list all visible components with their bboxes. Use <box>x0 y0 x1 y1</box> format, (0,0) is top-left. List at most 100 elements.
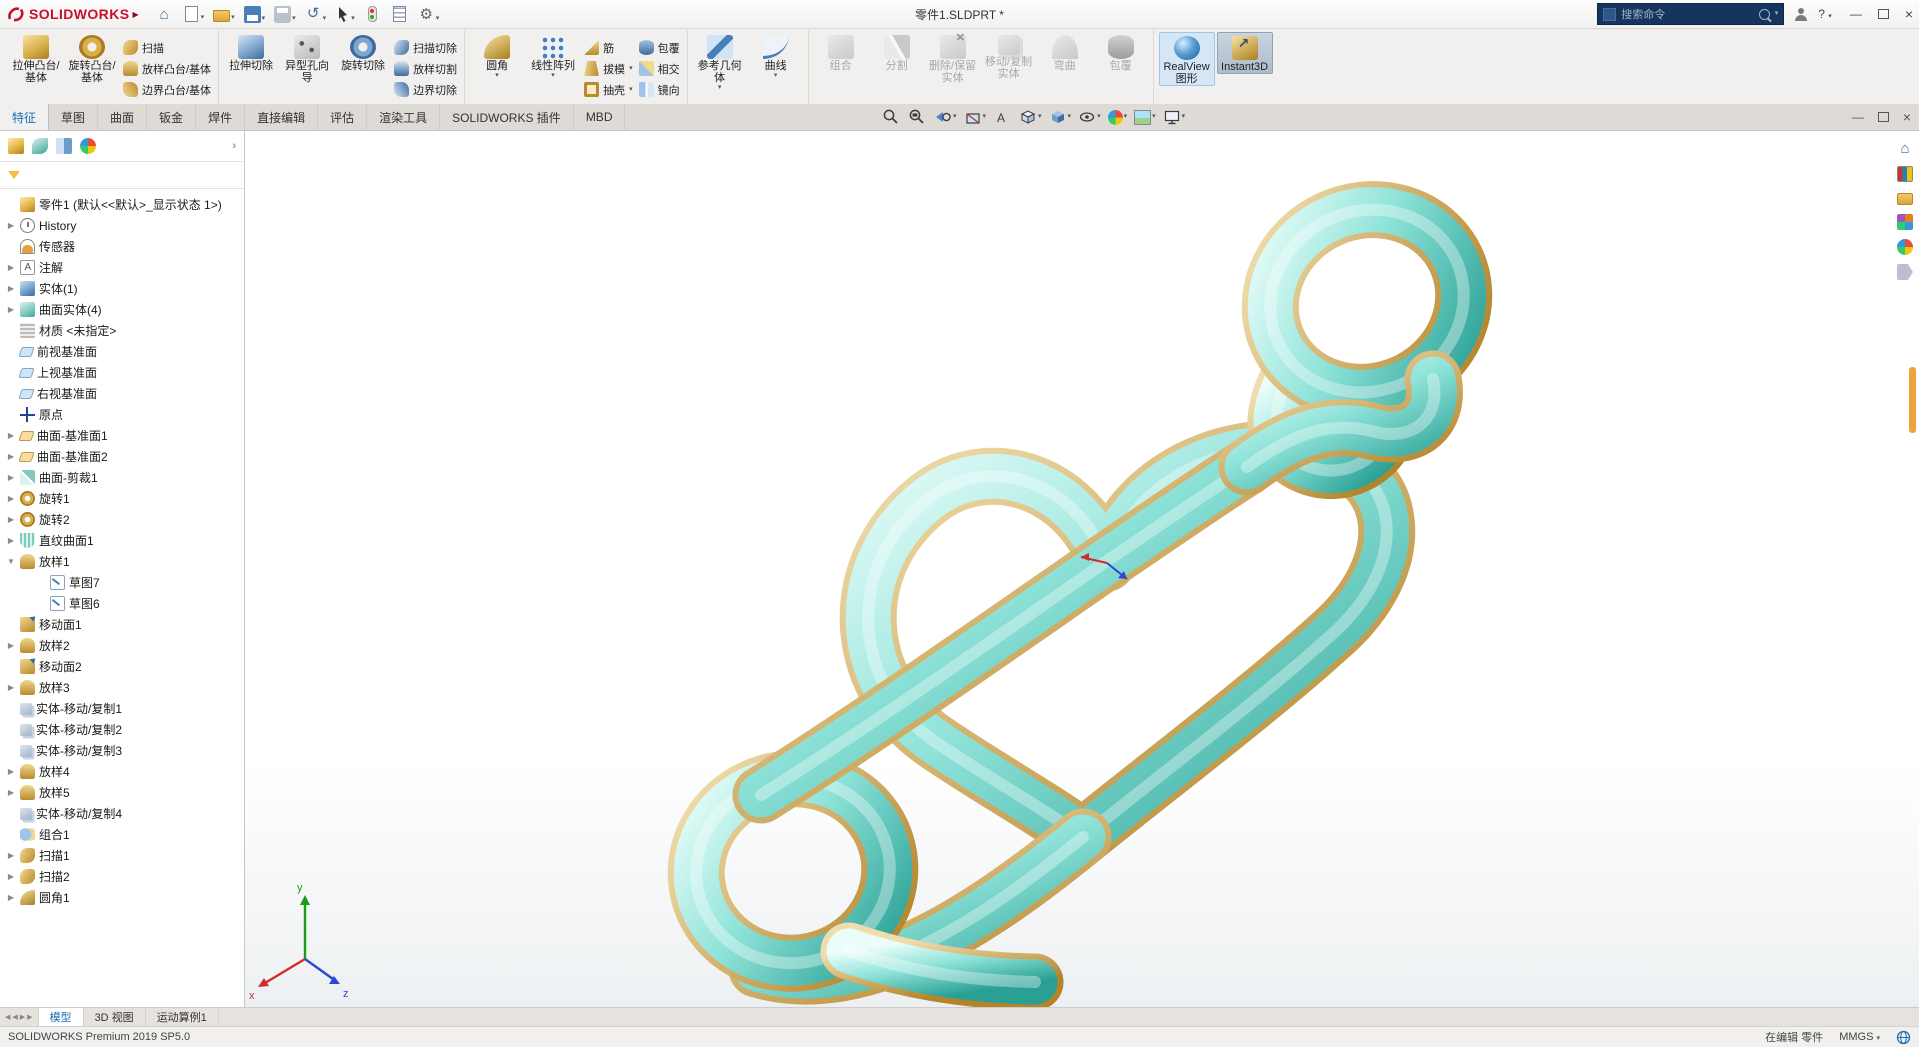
tree-item-revolve1[interactable]: ▶ 旋转1 <box>0 488 244 509</box>
tree-item-body-move-copy2[interactable]: 实体-移动/复制2 <box>0 719 244 740</box>
custom-properties-icon[interactable] <box>1897 264 1913 280</box>
design-library-icon[interactable] <box>1897 166 1913 182</box>
reference-geometry-button[interactable]: 参考几何体 ▾ <box>693 32 747 92</box>
expand-arrow-icon[interactable]: ▶ <box>6 263 16 272</box>
tree-root-part[interactable]: 零件1 (默认<<默认>_显示状态 1>) <box>0 194 244 215</box>
extrude-cut-button[interactable]: 拉伸切除 <box>224 32 278 72</box>
expand-arrow-icon[interactable]: ▶ <box>6 473 16 482</box>
tab-sketch[interactable]: 草图 <box>49 104 99 130</box>
zoom-to-area-button[interactable] <box>906 106 929 128</box>
shell-button[interactable]: 抽壳 ▾ <box>582 80 635 99</box>
scroll-right-icon[interactable]: ▶ <box>20 1013 25 1021</box>
tree-item-sweep1[interactable]: ▶ 扫描1 <box>0 845 244 866</box>
file-properties-button[interactable] <box>388 4 412 24</box>
propertymanager-tab-icon[interactable] <box>32 138 48 154</box>
user-account-icon[interactable] <box>1794 7 1808 21</box>
minimize-button[interactable]: — <box>1850 7 1862 21</box>
dynamic-annotation-button[interactable]: A <box>991 106 1014 128</box>
tab-sheet-metal[interactable]: 钣金 <box>147 104 197 130</box>
expand-arrow-icon[interactable]: ▶ <box>6 515 16 524</box>
logo-flyout-arrow-icon[interactable]: ▶ <box>132 10 138 19</box>
options-button[interactable]: ⚙ ▾ <box>415 4 443 25</box>
apply-scene-button[interactable]: ▾ <box>1132 106 1158 128</box>
tree-item-sketch7[interactable]: 草图7 <box>0 572 244 593</box>
appearances-icon[interactable] <box>1897 239 1913 255</box>
sweep-cut-button[interactable]: 扫描切除 <box>392 38 459 57</box>
expand-arrow-icon[interactable]: ▶ <box>6 788 16 797</box>
expand-arrow-icon[interactable]: ▶ <box>6 872 16 881</box>
tree-item-surface-plane1[interactable]: ▶ 曲面-基准面1 <box>0 425 244 446</box>
tree-item-loft5[interactable]: ▶ 放样5 <box>0 782 244 803</box>
print-button[interactable]: ▾ <box>271 4 299 25</box>
tree-item-loft4[interactable]: ▶ 放样4 <box>0 761 244 782</box>
doc-restore-button[interactable] <box>1877 112 1889 122</box>
tree-item-right-plane[interactable]: 右视基准面 <box>0 383 244 404</box>
hole-wizard-button[interactable]: 异型孔向导 <box>280 32 334 84</box>
featuremanager-tab-icon[interactable] <box>8 138 24 154</box>
search-icon[interactable] <box>1758 8 1770 20</box>
tree-item-front-plane[interactable]: 前视基准面 <box>0 341 244 362</box>
dropdown-arrow[interactable]: ▾ <box>718 84 722 92</box>
tree-item-fillet1[interactable]: ▶ 圆角1 <box>0 887 244 908</box>
search-dropdown-arrow-icon[interactable]: ▾ <box>1775 10 1779 18</box>
open-button[interactable]: ▾ <box>210 4 238 24</box>
section-view-button[interactable]: ▾ <box>962 106 989 128</box>
tree-item-sweep2[interactable]: ▶ 扫描2 <box>0 866 244 887</box>
tree-item-annotations[interactable]: ▶ 注解 <box>0 257 244 278</box>
tab-render-tools[interactable]: 渲染工具 <box>367 104 441 130</box>
command-search-box[interactable]: 搜索命令 ▾ <box>1597 3 1785 25</box>
close-button[interactable]: × <box>1905 6 1913 22</box>
boundary-boss-button[interactable]: 边界凸台/基体 <box>121 80 213 99</box>
expand-arrow-icon[interactable]: ▶ <box>6 767 16 776</box>
tree-item-move-face1[interactable]: 移动面1 <box>0 614 244 635</box>
scroll-first-icon[interactable]: ◀ <box>5 1013 10 1021</box>
scroll-left-icon[interactable]: ◀ <box>12 1013 17 1021</box>
wrap-button[interactable]: 包覆 <box>637 38 682 57</box>
edit-appearance-button[interactable]: ▾ <box>1106 106 1130 128</box>
tree-item-surface-bodies[interactable]: ▶ 曲面实体(4) <box>0 299 244 320</box>
expand-arrow-icon[interactable]: ▶ <box>6 641 16 650</box>
view-settings-button[interactable]: ▾ <box>1161 106 1188 128</box>
expand-arrow-icon[interactable]: ▶ <box>6 221 16 230</box>
view-palette-icon[interactable] <box>1897 214 1913 230</box>
expand-arrow-icon[interactable]: ▶ <box>6 893 16 902</box>
status-units[interactable]: MMGS ▾ <box>1839 1031 1880 1043</box>
dropdown-arrow[interactable]: ▾ <box>774 72 778 80</box>
tree-item-body-move-copy1[interactable]: 实体-移动/复制1 <box>0 698 244 719</box>
tab-solidworks-addins[interactable]: SOLIDWORKS 插件 <box>440 104 574 130</box>
help-button[interactable]: ? ▾ <box>1818 7 1832 21</box>
tree-item-body-move-copy4[interactable]: 实体-移动/复制4 <box>0 803 244 824</box>
tree-item-sketch6[interactable]: 草图6 <box>0 593 244 614</box>
expand-arrow-icon[interactable]: ▶ <box>6 305 16 314</box>
tab-3d-views[interactable]: 3D 视图 <box>84 1008 146 1026</box>
undo-button[interactable]: ↺ ▾ <box>302 4 330 25</box>
rebuild-button[interactable] <box>361 4 385 24</box>
dropdown-arrow[interactable]: ▾ <box>629 65 633 73</box>
tab-mbd[interactable]: MBD <box>574 104 626 130</box>
graphics-viewport[interactable]: y x z ⌂ <box>245 131 1919 1007</box>
new-document-button[interactable]: ▾ <box>180 4 208 24</box>
extrude-boss-button[interactable]: 拉伸凸台/基体 <box>9 32 63 84</box>
tree-item-solid-bodies[interactable]: ▶ 实体(1) <box>0 278 244 299</box>
tree-item-loft1[interactable]: ▼ 放样1 <box>0 551 244 572</box>
view-orientation-button[interactable]: ▾ <box>1017 106 1044 128</box>
zoom-fit-button[interactable] <box>880 106 903 128</box>
save-button[interactable]: ▾ <box>241 4 269 25</box>
previous-view-button[interactable]: ▾ <box>932 106 959 128</box>
tree-item-loft3[interactable]: ▶ 放样3 <box>0 677 244 698</box>
tab-direct-editing[interactable]: 直接编辑 <box>245 104 319 130</box>
hide-show-items-button[interactable]: ▾ <box>1076 106 1103 128</box>
revolve-cut-button[interactable]: 旋转切除 <box>336 32 390 72</box>
expand-arrow-icon[interactable]: ▶ <box>6 494 16 503</box>
fillet-button[interactable]: 圆角 ▾ <box>470 32 524 80</box>
doc-minimize-button[interactable]: — <box>1852 110 1864 124</box>
expand-arrow-icon[interactable]: ▼ <box>6 557 16 566</box>
configurationmanager-tab-icon[interactable] <box>56 138 72 154</box>
home-button[interactable]: ⌂ <box>153 4 177 25</box>
tree-item-move-face2[interactable]: 移动面2 <box>0 656 244 677</box>
tree-item-loft2[interactable]: ▶ 放样2 <box>0 635 244 656</box>
maximize-button[interactable] <box>1877 9 1889 19</box>
tree-item-sensors[interactable]: 传感器 <box>0 236 244 257</box>
tree-item-material[interactable]: 材质 <未指定> <box>0 320 244 341</box>
displaymanager-tab-icon[interactable] <box>80 138 96 154</box>
